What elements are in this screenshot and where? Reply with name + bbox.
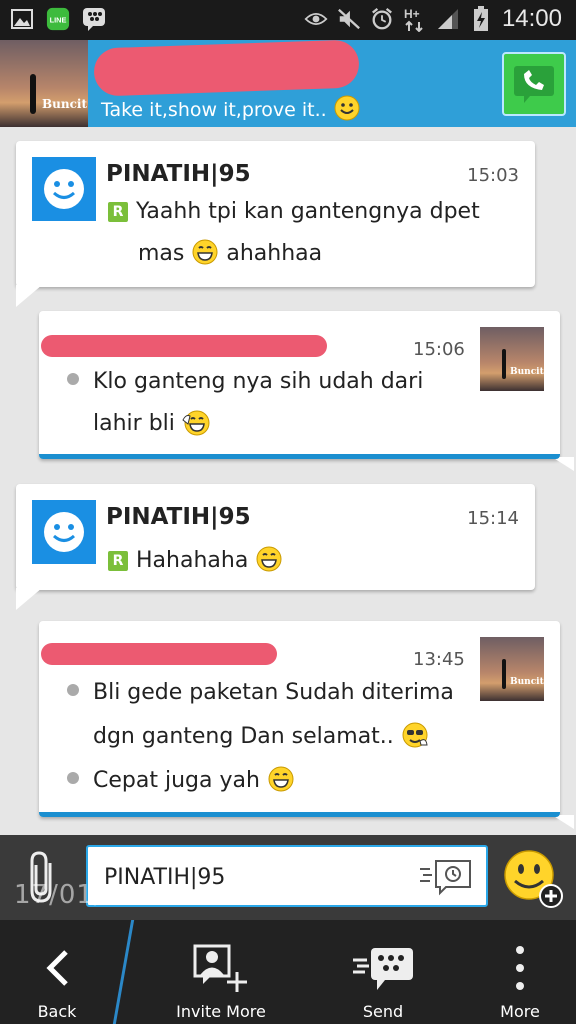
bbm-notification-icon <box>82 7 106 31</box>
svg-text:LINE: LINE <box>50 16 67 25</box>
message-text: Bli gede paketan Sudah diterima dgn gant… <box>67 671 454 803</box>
more-label: More <box>500 1002 540 1021</box>
message-text: R Yaahh tpi kan gantengnya dpet mas ahahh… <box>108 191 480 275</box>
line-app-icon: LINE <box>46 7 70 31</box>
incoming-message[interactable]: PINATIH|95 15:14 R Hahahaha <box>16 484 535 610</box>
smiley-avatar-icon <box>44 512 84 552</box>
message-bullet <box>67 373 79 385</box>
smiley-avatar-icon <box>44 169 84 209</box>
more-vertical-icon <box>516 946 524 990</box>
chat-messages[interactable]: PINATIH|95 15:03 R Yaahh tpi kan gantengn… <box>0 127 576 835</box>
contact-avatar[interactable] <box>32 500 96 564</box>
message-bullet <box>67 684 79 696</box>
grin-emoji-icon <box>192 239 218 265</box>
message-text: Klo ganteng nya sih udah dari lahir bli <box>67 361 423 445</box>
call-icon <box>514 66 554 103</box>
send-label: Send <box>362 1002 404 1021</box>
message-timestamp: 13:45 <box>413 649 465 670</box>
eye-icon <box>304 7 328 31</box>
read-badge: R <box>108 551 128 571</box>
battery-charging-icon <box>469 6 493 31</box>
back-button-label: Back <box>37 1002 77 1021</box>
profile-picture-brand-text: Buncit. <box>42 97 88 111</box>
svg-text:H+: H+ <box>404 7 420 21</box>
message-text: R Hahahaha <box>108 540 283 582</box>
chat-header: Buncit. Take it,show it,prove it.. <box>0 39 576 127</box>
invite-more-label: Invite More <box>176 1002 266 1021</box>
network-hplus-icon: H+ <box>403 7 427 32</box>
grin-emoji-icon <box>256 546 282 572</box>
contact-avatar[interactable] <box>32 157 96 221</box>
message-bullet <box>67 772 79 784</box>
bottom-action-bar: Back Invite More Send More <box>0 920 576 1024</box>
message-timestamp: 15:03 <box>467 165 519 186</box>
call-button[interactable] <box>502 52 566 116</box>
nav-divider <box>112 920 135 1024</box>
my-profile-picture[interactable]: Buncit. <box>480 637 544 701</box>
send-bbm-icon <box>353 948 413 990</box>
laughing-wave-emoji-icon <box>182 410 210 436</box>
date-watermark: 17/01/2015 <box>14 880 174 910</box>
mute-icon <box>337 7 361 31</box>
emoticon-picker-icon[interactable] <box>503 849 563 909</box>
invite-more-button[interactable]: Invite More <box>162 920 280 1024</box>
contact-status-message: Take it,show it,prove it.. <box>101 94 361 122</box>
profile-picture-brand-text: Buncit. <box>510 677 544 687</box>
timed-message-icon[interactable] <box>418 857 474 897</box>
message-timestamp: 15:06 <box>413 339 465 360</box>
smile-emoji-icon <box>334 95 360 121</box>
message-sender: PINATIH|95 <box>106 161 251 187</box>
back-button[interactable]: Back <box>14 920 100 1024</box>
clock: 14:00 <box>501 5 562 32</box>
send-button[interactable]: Send <box>342 920 424 1024</box>
my-profile-picture[interactable]: Buncit. <box>480 327 544 391</box>
redacted-sender-name <box>41 335 327 357</box>
profile-picture-brand-text: Buncit. <box>510 367 544 377</box>
message-sender: PINATIH|95 <box>106 504 251 530</box>
alarm-icon <box>370 7 394 31</box>
status-bar: LINE H+ 14:00 <box>0 0 576 40</box>
invite-contact-icon <box>193 944 247 992</box>
incoming-message[interactable]: PINATIH|95 15:03 R Yaahh tpi kan gantengn… <box>16 141 535 307</box>
back-chevron-icon <box>46 950 68 986</box>
signal-icon <box>436 7 460 31</box>
redacted-sender-name <box>41 643 277 665</box>
grin-emoji-icon <box>268 766 294 792</box>
contact-profile-picture[interactable]: Buncit. <box>0 40 88 127</box>
outgoing-message[interactable]: 15:06 Buncit. Klo ganteng nya sih udah d… <box>39 311 574 471</box>
more-button[interactable]: More <box>488 920 552 1024</box>
read-badge: R <box>108 202 128 222</box>
cool-sunglasses-emoji-icon <box>402 722 428 748</box>
gallery-icon <box>10 7 34 31</box>
message-timestamp: 15:14 <box>467 508 519 529</box>
outgoing-message[interactable]: 13:45 Buncit. Bli gede paketan Sudah dit… <box>39 621 574 829</box>
redacted-contact-name <box>93 39 360 97</box>
